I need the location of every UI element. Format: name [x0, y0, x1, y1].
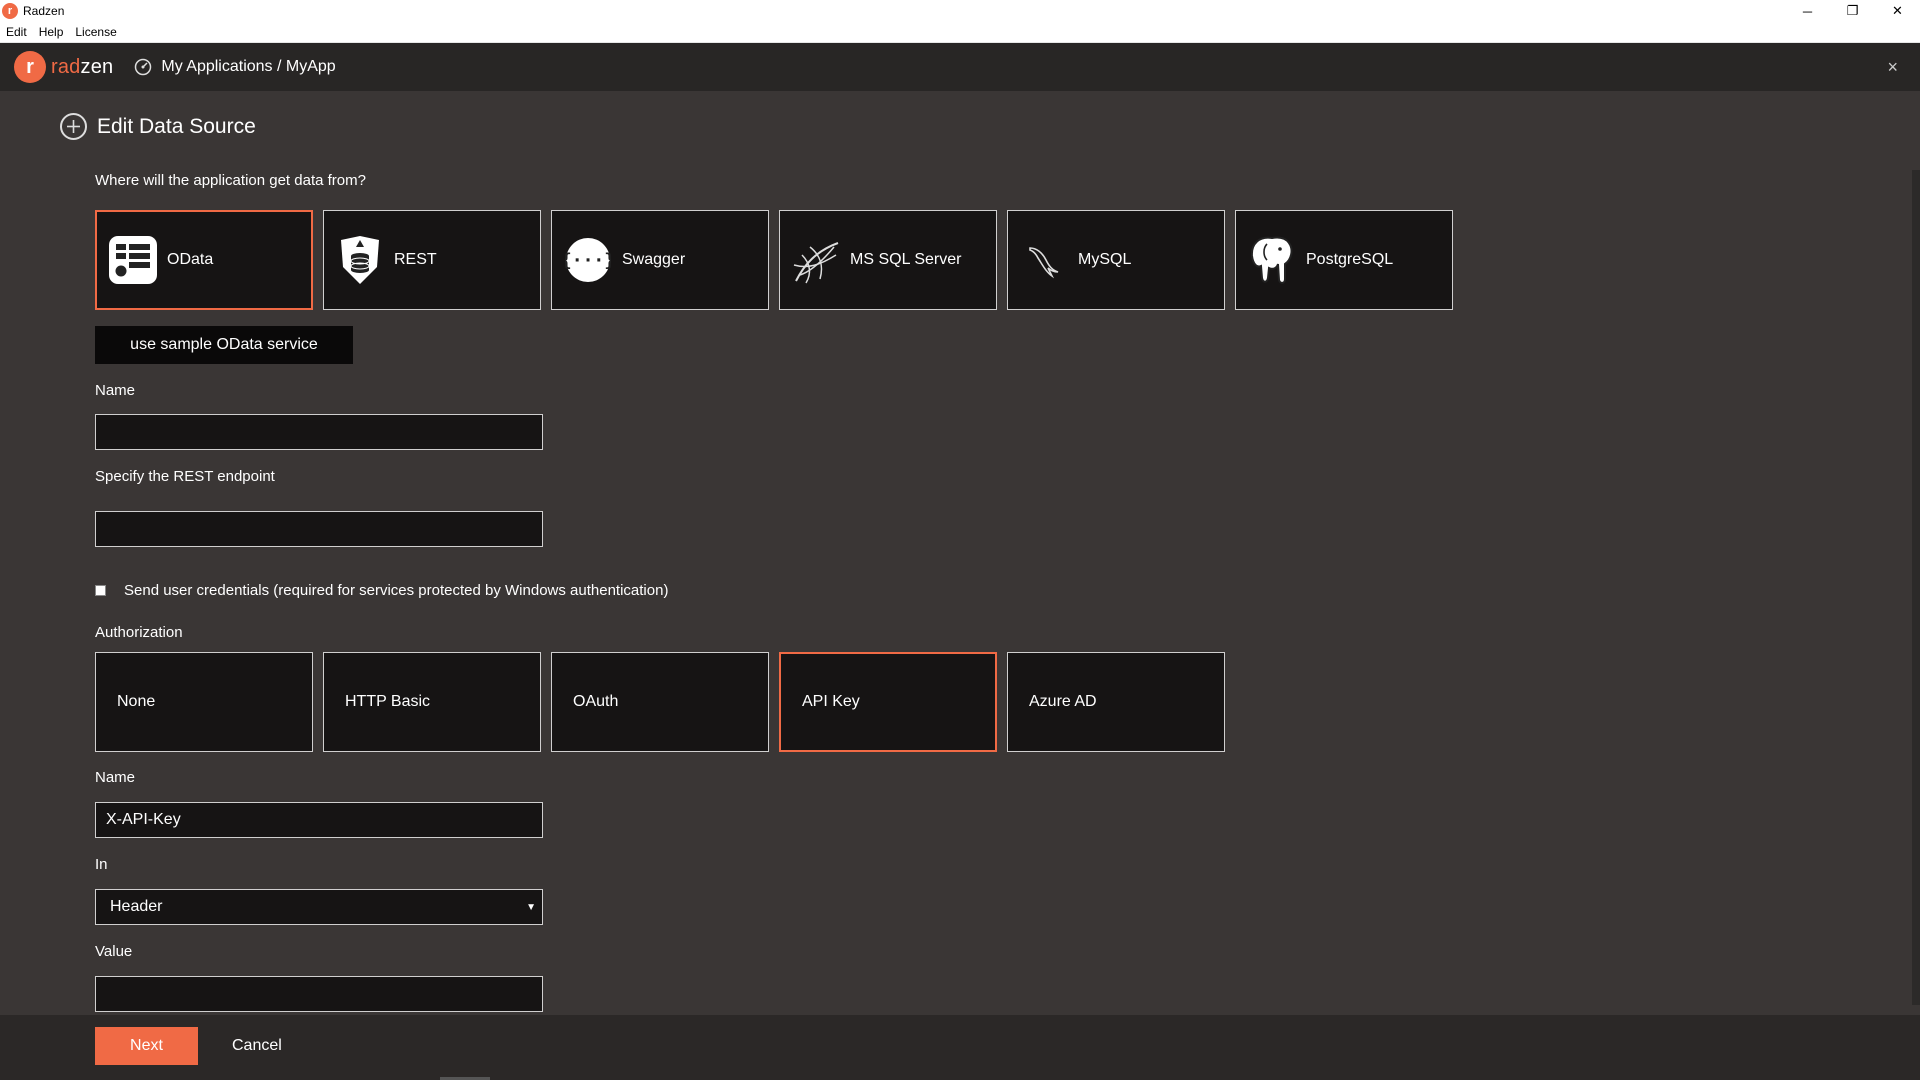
source-tile-postgresql[interactable]: PostgreSQL — [1235, 210, 1453, 310]
window-controls: ─ ❐ ✕ — [1785, 0, 1920, 22]
svg-text:{···}: {···} — [565, 250, 611, 271]
postgresql-elephant-icon — [1246, 234, 1298, 286]
source-question: Where will the application get data from… — [95, 172, 366, 189]
name-input[interactable] — [95, 414, 543, 450]
tile-label: API Key — [802, 693, 860, 710]
auth-tile-azure-ad[interactable]: Azure AD — [1007, 652, 1225, 752]
select-value: Header — [110, 898, 163, 915]
cancel-button[interactable]: Cancel — [232, 1027, 282, 1065]
rest-shield-icon — [334, 234, 386, 286]
send-credentials-checkbox[interactable] — [95, 585, 106, 596]
tile-label: REST — [394, 251, 437, 268]
tile-label: OData — [167, 251, 214, 268]
radzen-logo-icon: r — [2, 3, 18, 19]
restore-button[interactable]: ❐ — [1830, 0, 1875, 22]
scrollbar[interactable] — [1912, 170, 1920, 1005]
breadcrumb[interactable]: My Applications / MyApp — [161, 58, 335, 76]
radzen-logo[interactable]: r radzen — [14, 51, 113, 83]
auth-tile-none[interactable]: None — [95, 652, 313, 752]
tile-label: None — [117, 693, 156, 710]
close-window-button[interactable]: ✕ — [1875, 0, 1920, 22]
apikey-value-label: Value — [95, 943, 133, 960]
page-title-row: Edit Data Source — [60, 113, 256, 140]
tile-label: Azure AD — [1029, 693, 1097, 710]
send-credentials-label[interactable]: Send user credentials (required for serv… — [124, 582, 668, 599]
use-sample-odata-button[interactable]: use sample OData service — [95, 326, 353, 364]
source-tile-rest[interactable]: REST — [323, 210, 541, 310]
tile-label: MySQL — [1078, 251, 1132, 268]
name-label: Name — [95, 382, 136, 399]
odata-icon — [107, 234, 159, 286]
close-icon[interactable]: × — [1887, 57, 1898, 78]
apikey-in-label: In — [95, 856, 108, 873]
window-title: Radzen — [23, 4, 65, 18]
apikey-name-input[interactable]: X-API-Key — [95, 802, 543, 838]
add-circle-icon — [60, 113, 87, 140]
tile-label: MS SQL Server — [850, 251, 962, 268]
page-title: Edit Data Source — [97, 114, 256, 138]
os-titlebar: r Radzen ─ ❐ ✕ — [0, 0, 1920, 22]
logo-text: radzen — [51, 55, 114, 78]
menu-edit[interactable]: Edit — [0, 25, 33, 39]
apikey-value-input[interactable] — [95, 976, 543, 1012]
radzen-mark-icon: r — [14, 51, 46, 83]
dashboard-icon — [133, 57, 153, 77]
tile-label: OAuth — [573, 693, 619, 710]
tile-label: Swagger — [622, 251, 686, 268]
authorization-label: Authorization — [95, 624, 183, 641]
dropdown-arrow-icon: ▼ — [526, 902, 536, 913]
source-tile-swagger[interactable]: {···} Swagger — [551, 210, 769, 310]
source-tile-mysql[interactable]: MySQL — [1007, 210, 1225, 310]
app-header: r radzen My Applications / MyApp × — [0, 43, 1920, 91]
tile-label: PostgreSQL — [1306, 251, 1394, 268]
menu-bar: Edit Help License — [0, 22, 1920, 43]
footer: Next Cancel — [0, 1015, 1920, 1080]
endpoint-label: Specify the REST endpoint — [95, 468, 275, 485]
minimize-button[interactable]: ─ — [1785, 0, 1830, 22]
ms-sql-server-icon — [790, 234, 842, 286]
credentials-row: Send user credentials (required for serv… — [95, 582, 668, 599]
auth-tile-oauth[interactable]: OAuth — [551, 652, 769, 752]
menu-help[interactable]: Help — [33, 25, 70, 39]
auth-tile-api-key[interactable]: API Key — [779, 652, 997, 752]
menu-license[interactable]: License — [69, 25, 122, 39]
auth-tile-http-basic[interactable]: HTTP Basic — [323, 652, 541, 752]
source-tile-odata[interactable]: OData — [95, 210, 313, 310]
endpoint-input[interactable] — [95, 511, 543, 547]
tile-label: HTTP Basic — [345, 693, 431, 710]
next-button[interactable]: Next — [95, 1027, 198, 1065]
swagger-icon: {···} — [562, 234, 614, 286]
apikey-name-label: Name — [95, 769, 136, 786]
source-tile-mssql[interactable]: MS SQL Server — [779, 210, 997, 310]
apikey-in-select[interactable]: Header ▼ — [95, 889, 543, 925]
mysql-dolphin-icon — [1018, 234, 1070, 286]
